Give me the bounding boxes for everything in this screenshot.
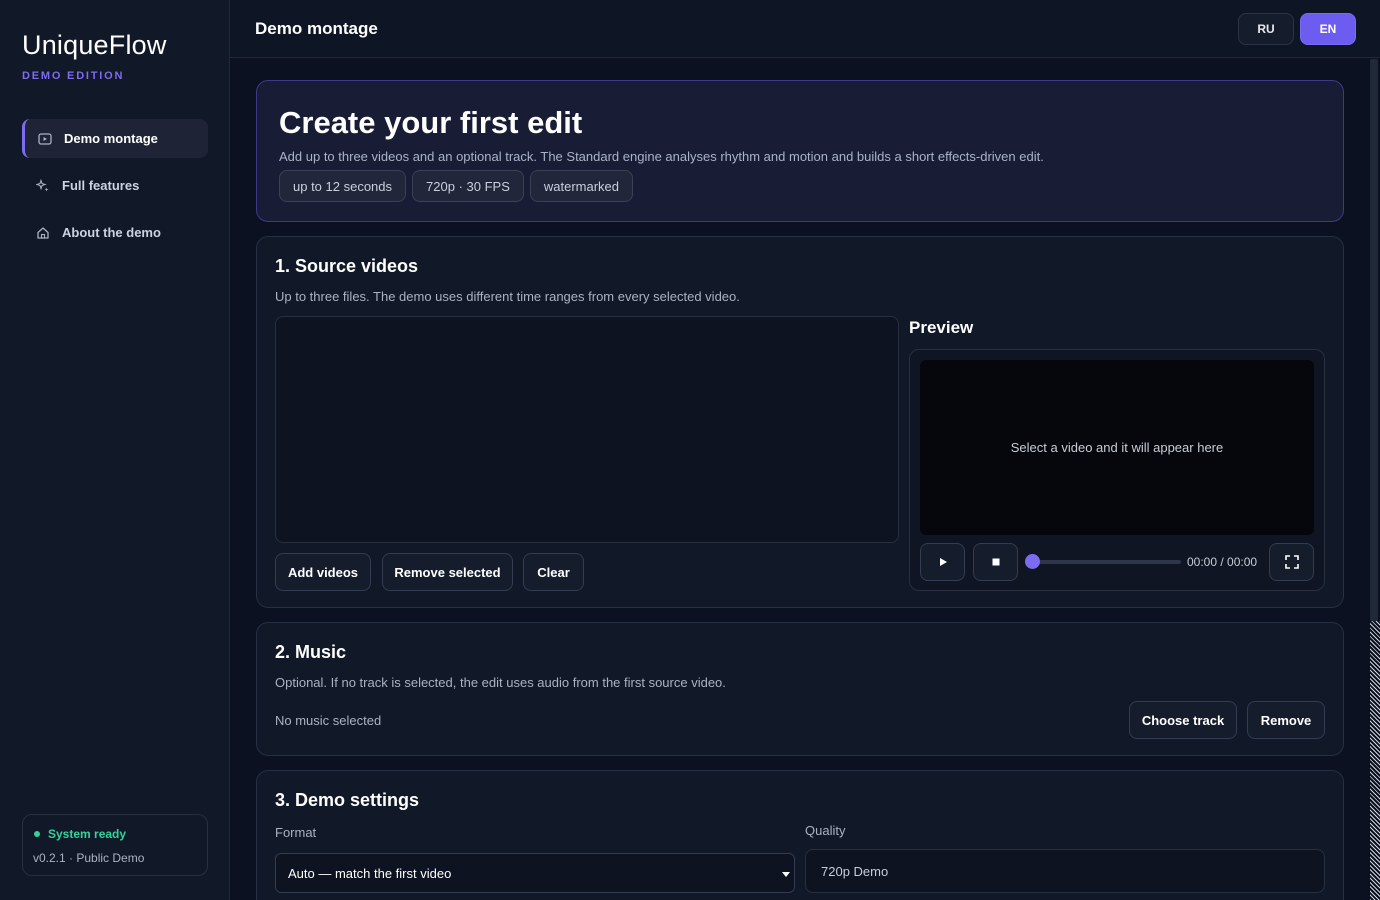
format-value: Auto — match the first video	[288, 865, 452, 881]
format-label: Format	[275, 825, 317, 840]
seek-slider-handle[interactable]	[1025, 554, 1040, 569]
music-section: 2. Music Optional. If no track is select…	[256, 622, 1344, 756]
add-videos-button[interactable]: Add videos	[275, 553, 371, 591]
app-window: UniqueFlow DEMO EDITION Demo montage Ful…	[0, 0, 1380, 900]
scrollbar-track	[1370, 621, 1380, 900]
sidebar-item-full-features[interactable]: Full features	[22, 166, 208, 205]
chip-resolution: 720p · 30 FPS	[412, 170, 524, 202]
play-button[interactable]	[920, 543, 965, 581]
quality-label: Quality	[805, 823, 846, 838]
clear-button[interactable]: Clear	[523, 553, 584, 591]
fullscreen-icon	[1284, 555, 1299, 569]
stop-button[interactable]	[973, 543, 1018, 581]
chip-watermark: watermarked	[529, 170, 633, 202]
video-list[interactable]	[275, 316, 899, 543]
content-area: Create your first edit Add up to three v…	[230, 59, 1380, 900]
chip-duration: up to 12 seconds	[279, 170, 407, 202]
sidebar-item-demo-montage[interactable]: Demo montage	[22, 119, 208, 158]
section-title: 2. Music	[275, 642, 347, 662]
stop-icon	[992, 558, 999, 566]
preview-placeholder: Select a video and it will appear here	[1010, 440, 1224, 455]
sidebar-item-label: About the demo	[62, 225, 161, 240]
preview-title: Preview	[909, 318, 974, 337]
language-en-button[interactable]: EN	[1300, 13, 1356, 45]
scrollbar-thumb[interactable]	[1370, 59, 1378, 621]
section-title: 1. Source videos	[275, 256, 419, 276]
section-description: Up to three files. The demo uses differe…	[275, 289, 740, 304]
hero-title: Create your first edit	[279, 105, 583, 140]
status-indicator: System ready	[34, 827, 126, 841]
preview-panel: Select a video and it will appear here 0…	[909, 349, 1325, 591]
music-status: No music selected	[275, 713, 382, 728]
page-title: Demo montage	[255, 19, 378, 38]
brand-logo: UniqueFlow	[22, 30, 167, 60]
main-area: Demo montage RU EN Create your first edi…	[230, 0, 1380, 900]
remove-track-button[interactable]: Remove	[1247, 701, 1325, 739]
format-select[interactable]: Auto — match the first video	[275, 853, 795, 893]
play-icon	[939, 558, 947, 566]
chevron-down-icon	[782, 872, 790, 877]
sidebar-item-about[interactable]: About the demo	[22, 213, 208, 252]
sidebar: UniqueFlow DEMO EDITION Demo montage Ful…	[0, 0, 230, 900]
video-icon	[38, 132, 52, 146]
seek-track[interactable]	[1033, 560, 1181, 564]
section-description: Optional. If no track is selected, the e…	[275, 675, 726, 690]
language-ru-button[interactable]: RU	[1238, 13, 1294, 45]
feature-chips: up to 12 seconds 720p · 30 FPS watermark…	[279, 170, 633, 202]
remove-selected-button[interactable]: Remove selected	[382, 553, 513, 591]
sidebar-item-label: Full features	[62, 178, 140, 193]
system-status-card: System ready v0.2.1 · Public Demo	[22, 814, 208, 876]
section-title: 3. Demo settings	[275, 790, 420, 810]
time-display: 00:00 / 00:00	[1187, 555, 1258, 569]
hero-description: Add up to three videos and an optional t…	[279, 149, 1044, 164]
video-player[interactable]: Select a video and it will appear here	[920, 360, 1314, 535]
sparkle-icon	[36, 178, 50, 193]
status-text: System ready	[48, 827, 127, 841]
top-bar: Demo montage RU EN	[230, 0, 1380, 58]
settings-section: 3. Demo settings Format Auto — match the…	[256, 770, 1344, 900]
sidebar-nav: Demo montage Full features About the dem…	[22, 119, 208, 260]
choose-track-button[interactable]: Choose track	[1129, 701, 1237, 739]
source-videos-section: 1. Source videos Up to three files. The …	[256, 236, 1344, 608]
status-dot-icon	[34, 831, 40, 837]
version-text: v0.2.1 · Public Demo	[33, 851, 145, 865]
home-icon	[36, 226, 50, 240]
hero-card: Create your first edit Add up to three v…	[256, 80, 1344, 222]
quality-field: 720p Demo	[805, 849, 1325, 893]
fullscreen-button[interactable]	[1269, 543, 1314, 581]
sidebar-item-label: Demo montage	[64, 131, 158, 146]
edition-label: DEMO EDITION	[22, 70, 125, 82]
